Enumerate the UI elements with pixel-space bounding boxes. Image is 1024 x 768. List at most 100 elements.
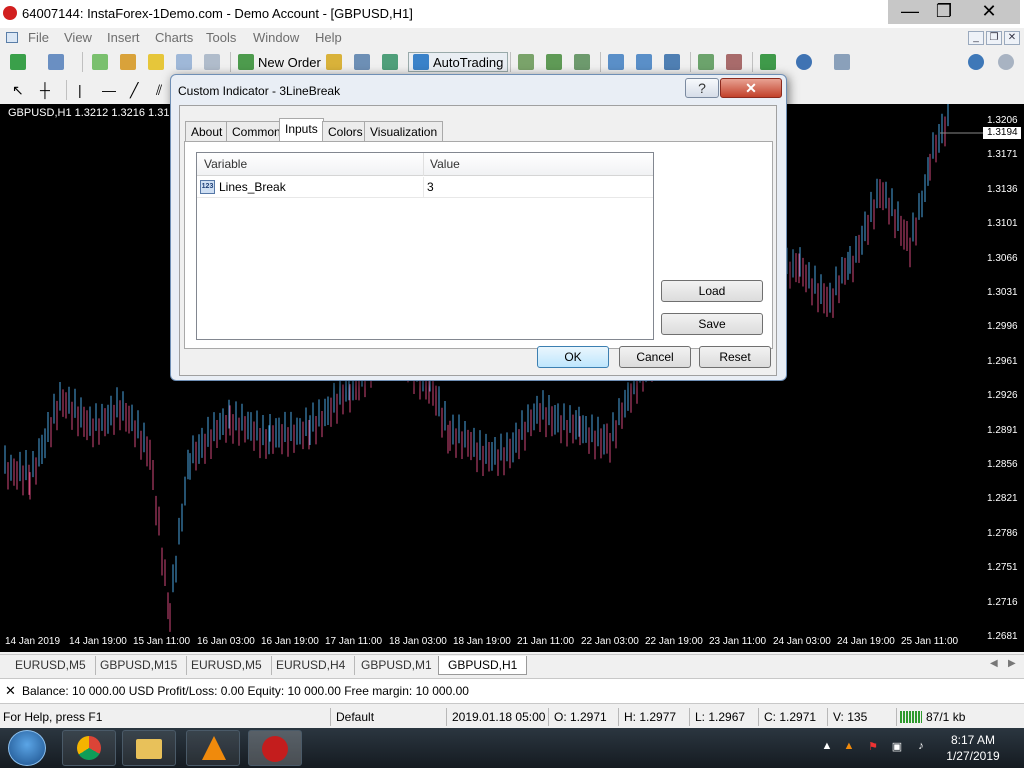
chrome-icon: [77, 736, 101, 760]
reset-button[interactable]: Reset: [699, 346, 771, 368]
ok-button[interactable]: OK: [537, 346, 609, 368]
market-watch-icon: [92, 54, 108, 70]
line-chart-button[interactable]: [574, 52, 590, 72]
menu-file[interactable]: File: [28, 30, 49, 45]
chat-icon: [998, 54, 1014, 70]
bar-chart-button[interactable]: [518, 52, 534, 72]
vertical-line-tool[interactable]: |: [78, 80, 82, 100]
chart-shift-button[interactable]: [726, 52, 742, 72]
taskbar-metatrader[interactable]: [248, 730, 302, 766]
vps-button[interactable]: [382, 52, 398, 72]
column-variable[interactable]: Variable: [204, 157, 247, 171]
taskbar-chrome[interactable]: [62, 730, 116, 766]
tab-eurusd-m5-2[interactable]: EURUSD,M5: [182, 656, 272, 675]
taskbar-clock[interactable]: 8:17 AM 1/27/2019: [942, 732, 1004, 764]
mdi-close-button[interactable]: ✕: [1004, 31, 1020, 45]
zoom-in-button[interactable]: [608, 52, 624, 72]
candlestick-button[interactable]: [546, 52, 562, 72]
variable-value[interactable]: 3: [427, 180, 434, 194]
channel-tool[interactable]: ⫽: [156, 80, 162, 100]
menu-window[interactable]: Window: [253, 30, 299, 45]
price-level-label: 1.2786: [987, 527, 1018, 539]
profiles-button[interactable]: [48, 52, 64, 72]
zoom-out-icon: [636, 54, 652, 70]
strategy-tester-button[interactable]: [204, 52, 220, 72]
navigator-icon: [120, 54, 136, 70]
close-terminal-icon[interactable]: ✕: [5, 683, 16, 699]
chart-window-icon[interactable]: [6, 32, 18, 43]
start-button[interactable]: [8, 730, 46, 766]
time-label: 14 Jan 19:00: [69, 636, 127, 647]
tab-gbpusd-m15[interactable]: GBPUSD,M15: [91, 656, 188, 675]
menu-help[interactable]: Help: [315, 30, 342, 45]
new-order-icon: [238, 54, 254, 70]
tab-scroll-right-icon[interactable]: ▶: [1008, 658, 1016, 669]
indicators-button[interactable]: [760, 52, 776, 72]
taskbar-explorer[interactable]: [122, 730, 176, 766]
terminal-button[interactable]: [176, 52, 192, 72]
price-level-label: 1.3031: [987, 287, 1018, 298]
metaeditor-icon: [326, 54, 342, 70]
metaeditor-button[interactable]: [326, 52, 342, 72]
favorites-button[interactable]: [148, 52, 164, 72]
load-button[interactable]: Load: [661, 280, 763, 302]
tab-inputs[interactable]: Inputs: [279, 118, 324, 142]
close-window-button[interactable]: ✕: [958, 0, 1020, 24]
search-button[interactable]: [968, 52, 984, 72]
column-value[interactable]: Value: [430, 157, 460, 171]
tab-scroll-left-icon[interactable]: ◀: [990, 658, 998, 669]
tab-about[interactable]: About: [185, 121, 229, 141]
menu-tools[interactable]: Tools: [206, 30, 236, 45]
tab-common[interactable]: Common: [226, 121, 287, 141]
price-scale: 1.3206 1.3171 1.3136 1.3101 1.3066 1.3031 1.29…: [983, 104, 1024, 652]
cursor-tool[interactable]: ↖: [12, 80, 24, 100]
menu-insert[interactable]: Insert: [107, 30, 140, 45]
mdi-restore-button[interactable]: ❐: [986, 31, 1002, 45]
dialog-help-button[interactable]: ?: [685, 78, 719, 98]
market-watch-button[interactable]: [92, 52, 108, 72]
tab-eurusd-m5[interactable]: EURUSD,M5: [6, 656, 96, 675]
autotrading-icon: [413, 54, 429, 70]
mdi-minimize-button[interactable]: _: [968, 31, 984, 45]
zoom-out-button[interactable]: [636, 52, 652, 72]
tab-colors[interactable]: Colors: [322, 121, 369, 141]
title-bar: 64007144: InstaForex-1Demo.com - Demo Ac…: [0, 0, 1024, 28]
tray-vlc-icon[interactable]: ▲: [842, 740, 856, 754]
time-label: 21 Jan 11:00: [517, 636, 575, 647]
navigator-button[interactable]: [120, 52, 136, 72]
tile-windows-button[interactable]: [664, 52, 680, 72]
dialog-close-button[interactable]: ✕: [720, 78, 782, 98]
new-order-button[interactable]: New Order: [238, 52, 321, 72]
tab-gbpusd-h1[interactable]: GBPUSD,H1: [438, 656, 528, 675]
cancel-button[interactable]: Cancel: [619, 346, 691, 368]
menu-charts[interactable]: Charts: [155, 30, 193, 45]
save-button[interactable]: Save: [661, 313, 763, 335]
tray-network-icon[interactable]: ▣: [890, 740, 904, 754]
menu-view[interactable]: View: [64, 30, 92, 45]
new-chart-button[interactable]: [10, 52, 26, 72]
tab-gbpusd-m1[interactable]: GBPUSD,M1: [352, 656, 442, 675]
tab-eurusd-h4[interactable]: EURUSD,H4: [267, 656, 356, 675]
crosshair-tool[interactable]: ┼: [40, 80, 50, 100]
periods-button[interactable]: [796, 52, 812, 72]
app-logo-icon: [3, 6, 17, 20]
trendline-tool[interactable]: ╱: [130, 80, 138, 100]
horizontal-line-tool[interactable]: —: [102, 80, 116, 100]
tab-visualization[interactable]: Visualization: [364, 121, 444, 141]
taskbar: ▲ ▲ ⚑ ▣ ♪ 8:17 AM 1/27/2019: [0, 728, 1024, 768]
autotrading-button[interactable]: AutoTrading: [408, 52, 509, 72]
signals-button[interactable]: [354, 52, 370, 72]
table-row[interactable]: 123 Lines_Break 3: [197, 177, 653, 198]
tray-expand-icon[interactable]: ▲: [820, 740, 834, 754]
tray-volume-icon[interactable]: ♪: [914, 740, 928, 754]
standard-toolbar: New Order AutoTrading: [0, 48, 1024, 76]
chat-button[interactable]: [998, 52, 1014, 72]
templates-icon: [834, 54, 850, 70]
taskbar-vlc[interactable]: [186, 730, 240, 766]
autoscroll-button[interactable]: [698, 52, 714, 72]
clock-icon: [796, 54, 812, 70]
tray-flag-icon[interactable]: ⚑: [866, 740, 880, 754]
status-high: H: 1.2977: [624, 710, 677, 724]
templates-button[interactable]: [834, 52, 850, 72]
status-help: For Help, press F1: [3, 710, 103, 724]
